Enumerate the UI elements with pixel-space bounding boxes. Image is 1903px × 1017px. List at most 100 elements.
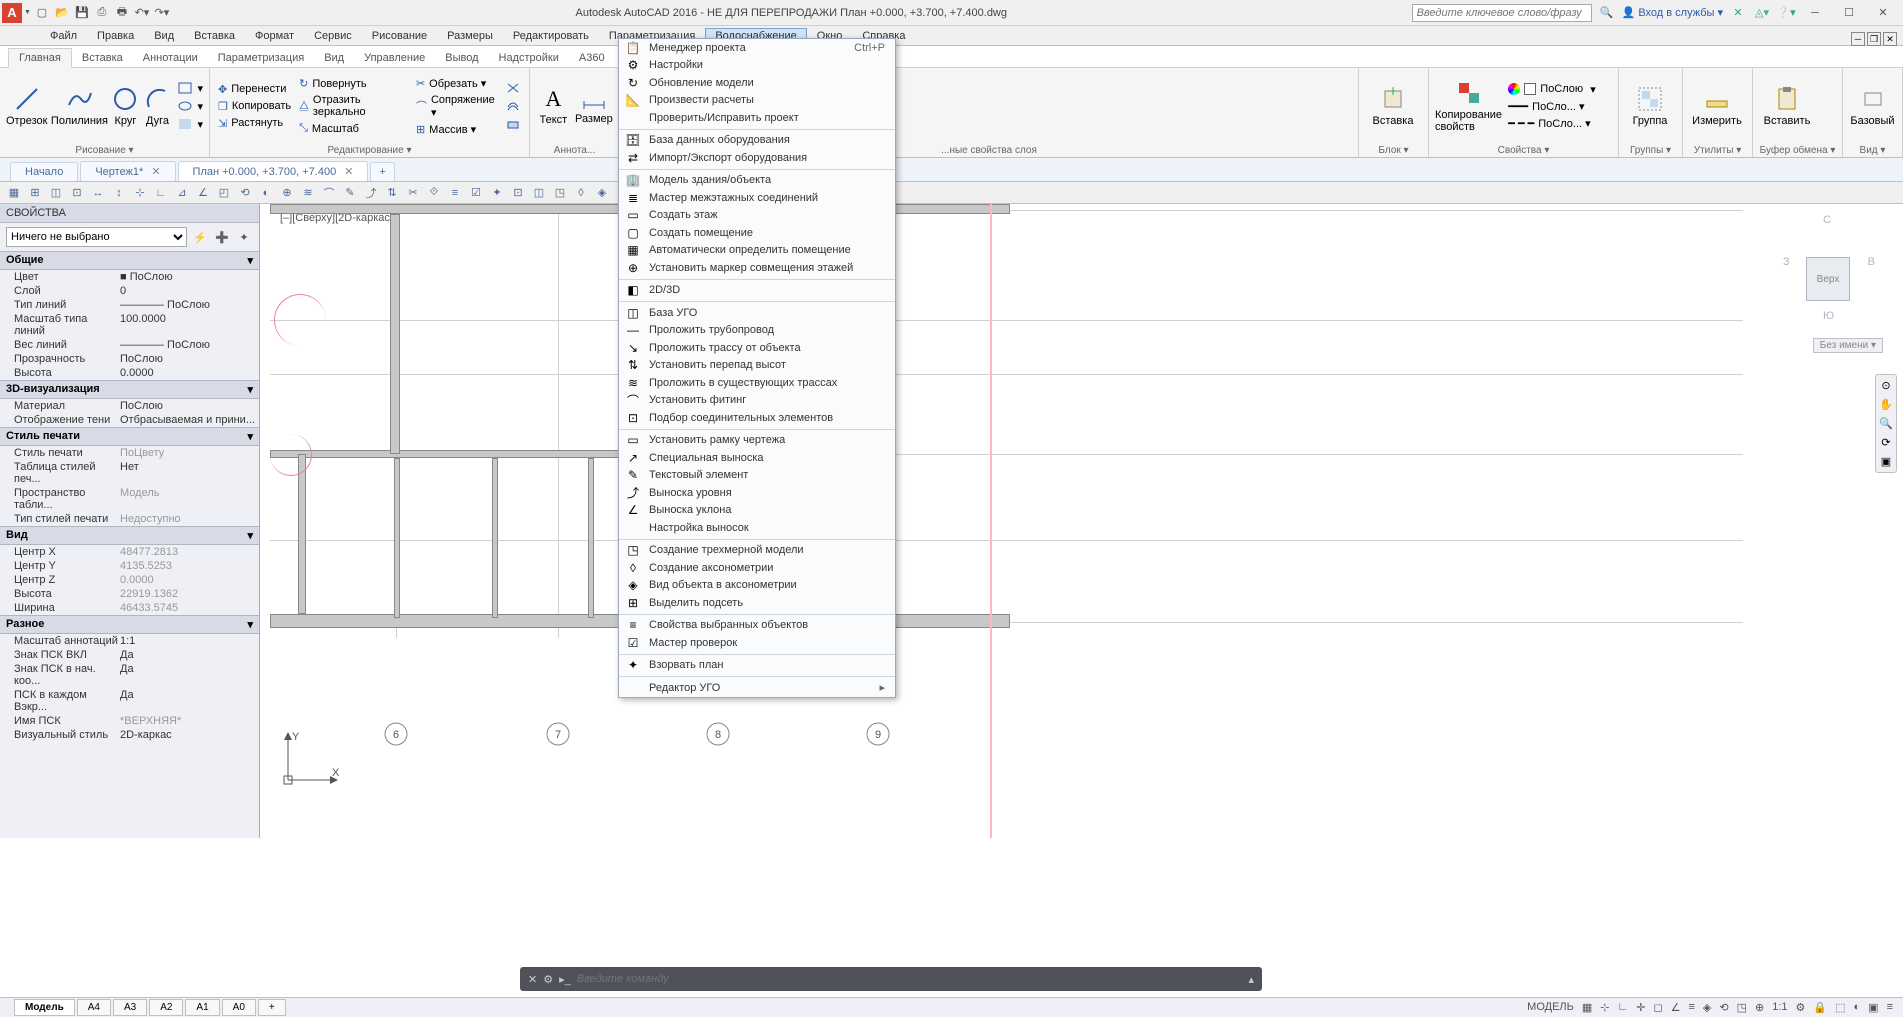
props-row[interactable]: Отображение тениОтбрасываемая и прини... bbox=[0, 413, 259, 427]
window-maximize-button[interactable]: ☐ bbox=[1835, 3, 1863, 23]
props-row[interactable]: Знак ПСК в нач. коо...Да bbox=[0, 662, 259, 688]
toolbar-btn-22[interactable]: ☑ bbox=[466, 184, 486, 202]
view-base-button[interactable]: Базовый bbox=[1849, 85, 1896, 127]
menu-item[interactable]: ≡Свойства выбранных объектов bbox=[619, 617, 895, 635]
menu-item[interactable]: ⌒Установить фитинг bbox=[619, 392, 895, 410]
toolbar-btn-5[interactable]: ↕ bbox=[109, 184, 129, 202]
a360-icon[interactable]: ◬▾ bbox=[1753, 4, 1771, 22]
toolbar-btn-18[interactable]: ⇅ bbox=[382, 184, 402, 202]
stretch-button[interactable]: ⇲Растянуть bbox=[216, 116, 293, 131]
toolbar-btn-10[interactable]: ◰ bbox=[214, 184, 234, 202]
ribbon-tab-5[interactable]: Управление bbox=[354, 49, 435, 67]
menu-item[interactable]: ◈Вид объекта в аксонометрии bbox=[619, 577, 895, 595]
status-osnap-icon[interactable]: ◻ bbox=[1653, 1001, 1662, 1014]
menu-item[interactable]: ◳Создание трехмерной модели bbox=[619, 542, 895, 560]
exchange-icon[interactable]: ✕ bbox=[1729, 4, 1747, 22]
status-grid-icon[interactable]: ▦ bbox=[1582, 1001, 1592, 1014]
menu-item[interactable]: ≋Проложить в существующих трассах bbox=[619, 374, 895, 392]
menu-item[interactable]: Редактор УГО▸ bbox=[619, 679, 895, 697]
menu-вставка[interactable]: Вставка bbox=[184, 28, 245, 44]
menu-item[interactable]: ⇄Импорт/Экспорт оборудования bbox=[619, 149, 895, 167]
menu-правка[interactable]: Правка bbox=[87, 28, 144, 44]
viewcube-face[interactable]: Верх bbox=[1806, 257, 1850, 301]
props-row[interactable]: Тип стилей печатиНедоступно bbox=[0, 512, 259, 526]
status-clean-icon[interactable]: ▣ bbox=[1868, 1001, 1878, 1014]
help-icon[interactable]: ❔▾ bbox=[1777, 4, 1795, 22]
menu-рисование[interactable]: Рисование bbox=[362, 28, 437, 44]
qat-print-icon[interactable]: 🖶 bbox=[113, 4, 131, 22]
color-dropdown[interactable]: ПоСлою ▾ bbox=[1506, 82, 1612, 97]
toolbar-btn-19[interactable]: ✂ bbox=[403, 184, 423, 202]
props-row[interactable]: Центр Y4135.5253 bbox=[0, 559, 259, 573]
toolbar-btn-8[interactable]: ⊿ bbox=[172, 184, 192, 202]
qat-save-icon[interactable]: 💾 bbox=[73, 4, 91, 22]
erase-button[interactable] bbox=[503, 116, 523, 132]
insert-block-button[interactable]: Вставка bbox=[1365, 85, 1421, 127]
status-custom-icon[interactable]: ≡ bbox=[1887, 1001, 1893, 1013]
menu-item[interactable]: ◧2D/3D bbox=[619, 282, 895, 300]
props-row[interactable]: Масштаб типа линий100.0000 bbox=[0, 312, 259, 338]
props-row[interactable]: Знак ПСК ВКЛДа bbox=[0, 648, 259, 662]
status-scale-label[interactable]: 1:1 bbox=[1772, 1001, 1787, 1013]
nav-pan-icon[interactable]: ✋ bbox=[1879, 398, 1893, 411]
props-row[interactable]: Таблица стилей печ...Нет bbox=[0, 460, 259, 486]
props-row[interactable]: Высота22919.1362 bbox=[0, 587, 259, 601]
ribbon-tab-4[interactable]: Вид bbox=[314, 49, 354, 67]
nav-showmotion-icon[interactable]: ▣ bbox=[1881, 455, 1891, 468]
line-button[interactable]: Отрезок bbox=[6, 85, 47, 127]
window-close-button[interactable]: ✕ bbox=[1869, 3, 1897, 23]
qat-redo-icon[interactable]: ↷▾ bbox=[153, 4, 171, 22]
drawing-canvas[interactable]: [–][Сверху][2D-каркас] bbox=[260, 204, 1903, 838]
toolbar-btn-0[interactable]: ▦ bbox=[4, 184, 24, 202]
status-trans-icon[interactable]: ◈ bbox=[1703, 1001, 1711, 1014]
pick-toggle-icon[interactable]: ✦ bbox=[235, 228, 253, 246]
layout-tab[interactable]: A2 bbox=[149, 999, 183, 1016]
qat-new-icon[interactable]: ▢ bbox=[33, 4, 51, 22]
cmdline-close-icon[interactable]: ✕ bbox=[528, 973, 537, 986]
status-hw-icon[interactable]: ◐ bbox=[1854, 1001, 1861, 1013]
menu-размеры[interactable]: Размеры bbox=[437, 28, 503, 44]
menu-item[interactable]: ∠Выноска уклона bbox=[619, 502, 895, 520]
move-button[interactable]: ✥Перенести bbox=[216, 82, 293, 97]
toolbar-btn-25[interactable]: ◫ bbox=[529, 184, 549, 202]
arc-button[interactable]: Дуга bbox=[143, 85, 171, 127]
toolbar-btn-6[interactable]: ⊹ bbox=[130, 184, 150, 202]
toolbar-btn-17[interactable]: ⤴ bbox=[361, 184, 381, 202]
status-lwt-icon[interactable]: ≡ bbox=[1689, 1001, 1695, 1013]
menu-item[interactable]: ✎Текстовый элемент bbox=[619, 467, 895, 485]
props-row[interactable]: Вес линий———— ПоСлою bbox=[0, 338, 259, 352]
props-row[interactable]: Стиль печатиПоЦвету bbox=[0, 446, 259, 460]
toolbar-btn-27[interactable]: ◊ bbox=[571, 184, 591, 202]
toolbar-btn-7[interactable]: ∟ bbox=[151, 184, 171, 202]
toolbar-btn-26[interactable]: ◳ bbox=[550, 184, 570, 202]
menu-item[interactable]: ⊡Подбор соединительных элементов bbox=[619, 409, 895, 427]
status-polar-icon[interactable]: ✛ bbox=[1636, 1001, 1645, 1014]
menu-item[interactable]: ↗Специальная выноска bbox=[619, 449, 895, 467]
status-iso-icon[interactable]: ⬚ bbox=[1835, 1001, 1845, 1014]
mdi-minimize-button[interactable]: ─ bbox=[1851, 32, 1865, 46]
menu-item[interactable]: 🗄База данных оборудования bbox=[619, 132, 895, 150]
command-line[interactable]: ✕ ⚙ ▸_ ▴ bbox=[520, 967, 1262, 991]
polyline-button[interactable]: Полилиния bbox=[51, 85, 107, 127]
props-section-header[interactable]: 3D-визуализация▾ bbox=[0, 380, 259, 399]
rotate-button[interactable]: ↻Повернуть bbox=[297, 76, 410, 91]
props-row[interactable]: Ширина46433.5745 bbox=[0, 601, 259, 615]
file-tab-new-button[interactable]: + bbox=[370, 162, 394, 181]
app-logo[interactable]: A bbox=[2, 3, 22, 23]
hatch-button[interactable]: ▾ bbox=[175, 116, 205, 132]
menu-item[interactable]: 📐Произвести расчеты bbox=[619, 92, 895, 110]
props-row[interactable]: МатериалПоСлою bbox=[0, 399, 259, 413]
status-lock-icon[interactable]: 🔒 bbox=[1813, 1001, 1827, 1014]
ribbon-tab-2[interactable]: Аннотации bbox=[133, 49, 208, 67]
layout-tab[interactable]: + bbox=[258, 999, 286, 1016]
props-row[interactable]: Имя ПСК*ВЕРХНЯЯ* bbox=[0, 714, 259, 728]
status-gear-icon[interactable]: ⚙ bbox=[1796, 1001, 1806, 1014]
props-row[interactable]: Цвет■ ПоСлою bbox=[0, 270, 259, 284]
props-row[interactable]: Масштаб аннотаций1:1 bbox=[0, 634, 259, 648]
trim-button[interactable]: ✂Обрезать ▾ bbox=[414, 76, 499, 91]
layout-tab[interactable]: A3 bbox=[113, 999, 147, 1016]
copy-button[interactable]: ❐Копировать bbox=[216, 99, 293, 114]
toolbar-btn-9[interactable]: ∠ bbox=[193, 184, 213, 202]
nav-orbit-icon[interactable]: ⟳ bbox=[1881, 436, 1890, 449]
rect-button[interactable]: ▾ bbox=[175, 80, 205, 96]
